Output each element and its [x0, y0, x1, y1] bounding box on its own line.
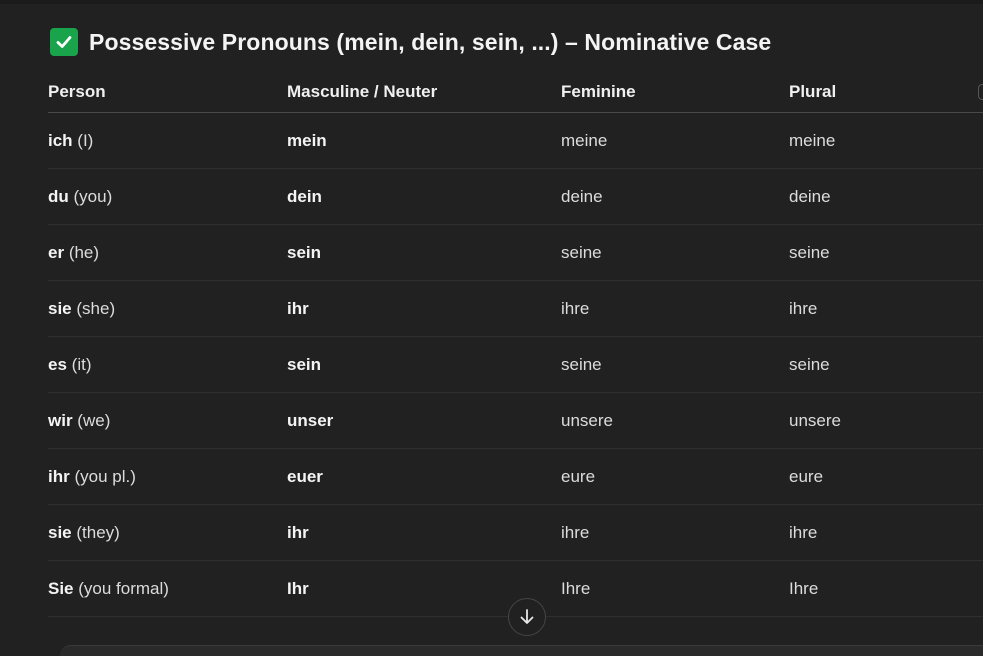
person-gloss: (you formal) — [78, 578, 169, 598]
masculine-neuter-form: unser — [287, 410, 334, 430]
cell-person: wir (we) — [48, 392, 287, 449]
person-pronoun: ich — [48, 130, 73, 150]
cell-person: ich (I) — [48, 112, 287, 169]
cell-feminine: seine — [561, 224, 789, 281]
person-pronoun: sie — [48, 298, 72, 318]
table-row: sie (they) ihr ihre ihre — [48, 504, 983, 561]
cell-person: ihr (you pl.) — [48, 448, 287, 505]
person-gloss: (you) — [73, 186, 113, 206]
cell-masculine-neuter: unser — [287, 392, 561, 449]
table-container: Person Masculine / Neuter Feminine Plura… — [0, 72, 983, 651]
person-pronoun: Sie — [48, 578, 74, 598]
cell-feminine: seine — [561, 336, 789, 393]
arrow-down-icon — [520, 609, 534, 624]
cell-plural: seine — [789, 336, 983, 393]
table-row: wir (we) unser unsere unsere — [48, 392, 983, 449]
cell-masculine-neuter: ihr — [287, 504, 561, 561]
cell-feminine: meine — [561, 112, 789, 169]
column-header-plural: Plural — [789, 72, 983, 113]
table-row: ich (I) mein meine meine — [48, 112, 983, 169]
masculine-neuter-form: sein — [287, 354, 322, 374]
possessive-pronouns-table: Person Masculine / Neuter Feminine Plura… — [48, 72, 983, 617]
person-gloss: (they) — [76, 522, 120, 542]
cell-plural: seine — [789, 224, 983, 281]
masculine-neuter-form: Ihr — [287, 578, 309, 598]
cell-feminine: deine — [561, 168, 789, 225]
cell-feminine: unsere — [561, 392, 789, 449]
cell-plural: eure — [789, 448, 983, 505]
masculine-neuter-form: ihr — [287, 298, 309, 318]
cell-feminine: ihre — [561, 504, 789, 561]
person-gloss: (it) — [71, 354, 92, 374]
person-gloss: (I) — [77, 130, 94, 150]
section-heading: Possessive Pronouns (mein, dein, sein, .… — [50, 28, 771, 56]
person-gloss: (you pl.) — [74, 466, 136, 486]
person-gloss: (we) — [77, 410, 111, 430]
column-header-person: Person — [48, 72, 287, 113]
masculine-neuter-form: sein — [287, 242, 322, 262]
masculine-neuter-form: ihr — [287, 522, 309, 542]
check-mark-icon — [50, 28, 78, 56]
scroll-down-button[interactable] — [508, 598, 546, 636]
cell-plural: unsere — [789, 392, 983, 449]
cell-person: du (you) — [48, 168, 287, 225]
table-row: ihr (you pl.) euer eure eure — [48, 448, 983, 505]
cell-masculine-neuter: ihr — [287, 280, 561, 337]
table-row: es (it) sein seine seine — [48, 336, 983, 393]
table-row: du (you) dein deine deine — [48, 168, 983, 225]
person-pronoun: sie — [48, 522, 72, 542]
top-bar — [0, 0, 983, 4]
cell-plural: ihre — [789, 280, 983, 337]
cell-person: es (it) — [48, 336, 287, 393]
cell-person: er (he) — [48, 224, 287, 281]
cell-feminine: Ihre — [561, 560, 789, 617]
cell-plural: meine — [789, 112, 983, 169]
person-pronoun: du — [48, 186, 69, 206]
person-pronoun: ihr — [48, 466, 70, 486]
cell-masculine-neuter: sein — [287, 336, 561, 393]
masculine-neuter-form: mein — [287, 130, 327, 150]
table-header-row: Person Masculine / Neuter Feminine Plura… — [48, 72, 983, 113]
person-gloss: (he) — [68, 242, 100, 262]
cell-masculine-neuter: mein — [287, 112, 561, 169]
cell-plural: ihre — [789, 504, 983, 561]
section-title: Possessive Pronouns (mein, dein, sein, .… — [89, 28, 772, 55]
cell-plural: Ihre — [789, 560, 983, 617]
person-pronoun: er — [48, 242, 65, 262]
person-gloss: (she) — [76, 298, 116, 318]
cell-feminine: ihre — [561, 280, 789, 337]
cell-person: sie (she) — [48, 280, 287, 337]
cell-person: sie (they) — [48, 504, 287, 561]
table-row: sie (she) ihr ihre ihre — [48, 280, 983, 337]
masculine-neuter-form: dein — [287, 186, 322, 206]
cell-plural: deine — [789, 168, 983, 225]
person-pronoun: wir — [48, 410, 73, 430]
column-header-masculine-neuter: Masculine / Neuter — [287, 72, 561, 113]
cell-person: Sie (you formal) — [48, 560, 287, 617]
cell-feminine: eure — [561, 448, 789, 505]
cell-masculine-neuter: dein — [287, 168, 561, 225]
person-pronoun: es — [48, 354, 67, 374]
masculine-neuter-form: euer — [287, 466, 323, 486]
cell-masculine-neuter: euer — [287, 448, 561, 505]
horizontal-scroll-handle[interactable] — [978, 84, 983, 100]
table-row: er (he) sein seine seine — [48, 224, 983, 281]
column-header-feminine: Feminine — [561, 72, 789, 113]
cell-masculine-neuter: sein — [287, 224, 561, 281]
